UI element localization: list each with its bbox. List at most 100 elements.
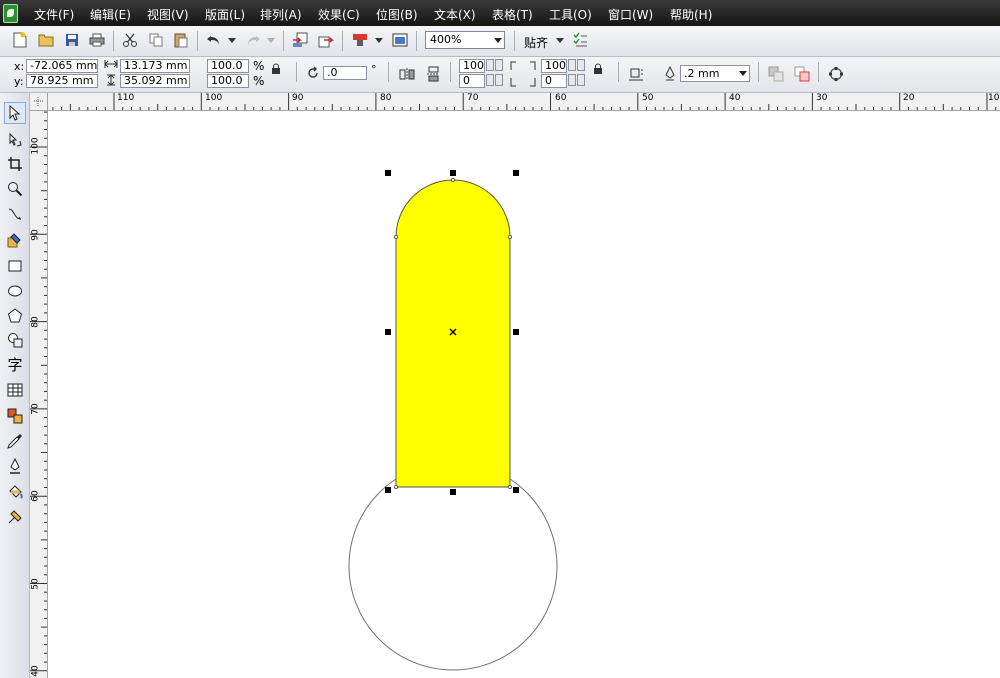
interactive-blend-tool[interactable]	[4, 405, 26, 427]
open-folder-icon[interactable]	[38, 32, 54, 48]
outline-width-dropdown-icon[interactable]	[739, 71, 747, 76]
corner-bl-spinner-down[interactable]	[495, 74, 503, 86]
fill-tool[interactable]	[4, 481, 26, 503]
copy-icon[interactable]	[148, 32, 164, 48]
zoom-level-combo[interactable]: 400%	[425, 31, 505, 49]
menu-window[interactable]: 窗口(W)	[608, 6, 653, 23]
selection-handle-top-left[interactable]	[385, 170, 391, 176]
lock-corners-icon[interactable]	[592, 62, 604, 74]
options-checklist-icon[interactable]	[572, 32, 588, 48]
menu-help[interactable]: 帮助(H)	[670, 6, 712, 23]
wrap-text-icon[interactable]	[628, 66, 644, 82]
selection-handle-top-right[interactable]	[513, 170, 519, 176]
ruler-label: 60	[555, 93, 567, 103]
height-input[interactable]: 35.092 mm	[120, 74, 190, 88]
selection-handle-top[interactable]	[450, 170, 456, 176]
corner-tr-spinner[interactable]	[568, 59, 576, 71]
import-icon[interactable]	[292, 32, 308, 48]
paste-icon[interactable]	[173, 32, 189, 48]
corner-tl-spinner[interactable]	[486, 59, 494, 71]
table-tool[interactable]	[4, 379, 26, 401]
outline-width-combo[interactable]: .2 mm	[680, 65, 750, 82]
interactive-fill-tool[interactable]	[4, 506, 26, 528]
print-icon[interactable]	[89, 32, 105, 48]
selection-handle-bottom-left[interactable]	[385, 487, 391, 493]
menu-file[interactable]: 文件(F)	[34, 6, 74, 23]
node-handle[interactable]	[507, 235, 512, 240]
separator	[113, 31, 114, 51]
cut-icon[interactable]	[122, 32, 138, 48]
menu-layout[interactable]: 版面(L)	[205, 6, 245, 23]
menu-arrange[interactable]: 排列(A)	[260, 6, 302, 23]
to-back-of-layer-icon[interactable]	[794, 66, 810, 82]
selection-handle-bottom[interactable]	[450, 489, 456, 495]
redo-dropdown-icon[interactable]	[266, 32, 276, 48]
snap-dropdown-icon[interactable]	[555, 32, 565, 48]
launcher-dropdown-icon[interactable]	[374, 32, 384, 48]
undo-dropdown-icon[interactable]	[227, 32, 237, 48]
menu-table[interactable]: 表格(T)	[492, 6, 533, 23]
menu-effects[interactable]: 效果(C)	[318, 6, 360, 23]
application-launcher-icon[interactable]	[352, 32, 368, 48]
lock-ratio-icon[interactable]	[270, 62, 282, 74]
crop-tool[interactable]	[4, 153, 26, 175]
node-handle[interactable]	[393, 484, 398, 489]
rotation-angle-input[interactable]: .0	[323, 66, 367, 80]
text-tool[interactable]: 字	[4, 353, 26, 375]
redo-icon[interactable]	[245, 32, 261, 48]
snap-to-label[interactable]: 贴齐	[524, 34, 548, 51]
outline-pen-tool[interactable]	[4, 455, 26, 477]
width-input[interactable]: 13.173 mm	[120, 59, 190, 73]
horizontal-ruler[interactable]: 110 100 90 80 70 60 50 40 30 20 10	[30, 93, 1000, 111]
scale-y-input[interactable]: 100.0	[207, 74, 249, 88]
ellipse-tool[interactable]	[4, 280, 26, 302]
shape-tool[interactable]	[4, 129, 26, 151]
polygon-tool[interactable]	[4, 305, 26, 327]
smart-fill-tool[interactable]	[4, 229, 26, 251]
y-position-input[interactable]: 78.925 mm	[26, 74, 98, 88]
zoom-dropdown-icon[interactable]	[494, 38, 502, 43]
drawing-canvas[interactable]	[48, 111, 1000, 678]
corner-br-spinner[interactable]	[568, 74, 576, 86]
undo-icon[interactable]	[206, 32, 222, 48]
corner-bl-spinner[interactable]	[486, 74, 494, 86]
new-document-icon[interactable]	[12, 32, 28, 48]
corner-radius-top-left-input[interactable]: 100	[459, 59, 485, 73]
mirror-horizontal-icon[interactable]	[399, 66, 415, 82]
outline-width-value: .2 mm	[684, 67, 720, 80]
vertical-ruler[interactable]: 100 90 80 70 60 50 40	[30, 110, 48, 678]
corner-radius-bottom-left-input[interactable]: 0	[459, 74, 485, 88]
freehand-tool[interactable]	[4, 203, 26, 225]
welcome-screen-icon[interactable]	[392, 32, 408, 48]
save-icon[interactable]	[64, 32, 80, 48]
selection-handle-left[interactable]	[385, 329, 391, 335]
export-icon[interactable]	[318, 32, 334, 48]
node-handle[interactable]	[507, 484, 512, 489]
corner-tr-spinner-down[interactable]	[577, 59, 585, 71]
corner-br-spinner-down[interactable]	[577, 74, 585, 86]
node-handle[interactable]	[450, 178, 455, 183]
convert-to-curves-icon[interactable]	[828, 66, 844, 82]
rounded-rectangle-shape[interactable]	[395, 179, 511, 488]
to-front-of-layer-icon[interactable]	[768, 66, 784, 82]
selection-handle-bottom-right[interactable]	[513, 487, 519, 493]
corner-radius-top-right-input[interactable]: 100	[541, 59, 567, 73]
basic-shapes-tool[interactable]	[4, 329, 26, 351]
menu-view[interactable]: 视图(V)	[147, 6, 189, 23]
ruler-origin-corner[interactable]	[30, 93, 48, 111]
mirror-vertical-icon[interactable]	[425, 66, 441, 82]
menu-tools[interactable]: 工具(O)	[549, 6, 592, 23]
selection-handle-right[interactable]	[513, 329, 519, 335]
scale-x-input[interactable]: 100.0	[207, 59, 249, 73]
x-position-input[interactable]: -72.065 mm	[26, 59, 98, 73]
corner-tl-spinner-down[interactable]	[495, 59, 503, 71]
node-handle[interactable]	[393, 235, 398, 240]
pick-tool[interactable]	[4, 102, 26, 124]
eyedropper-tool[interactable]	[4, 430, 26, 452]
menu-bitmaps[interactable]: 位图(B)	[376, 6, 418, 23]
menu-edit[interactable]: 编辑(E)	[90, 6, 131, 23]
menu-text[interactable]: 文本(X)	[434, 6, 476, 23]
rectangle-tool[interactable]	[4, 255, 26, 277]
zoom-tool[interactable]	[4, 178, 26, 200]
corner-radius-bottom-right-input[interactable]: 0	[541, 74, 567, 88]
